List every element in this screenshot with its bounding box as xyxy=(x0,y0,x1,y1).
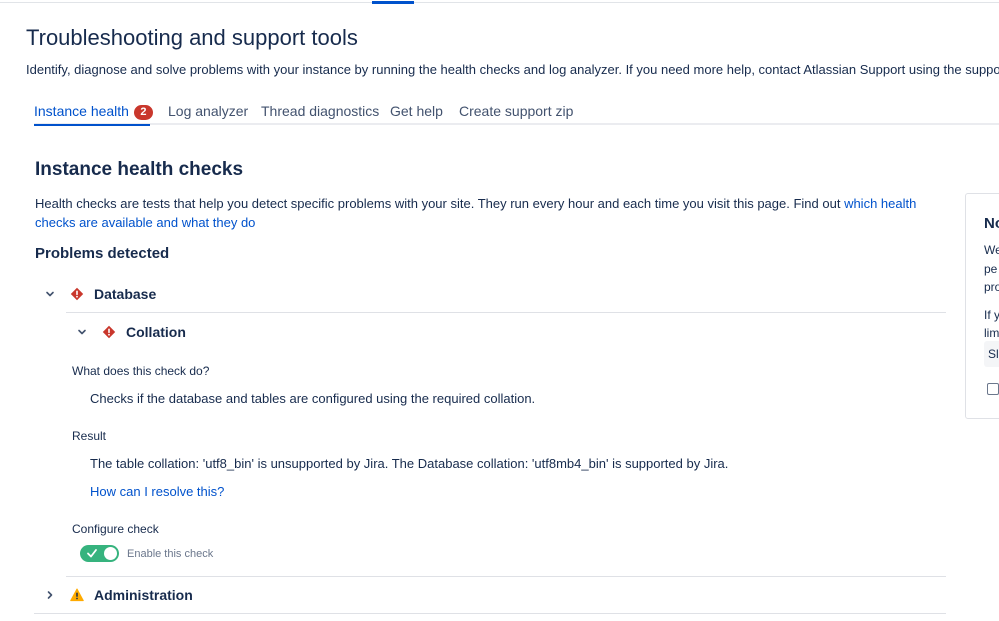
tab-count-badge: 2 xyxy=(133,105,153,120)
section-description: Health checks are tests that help you de… xyxy=(35,194,950,232)
chevron-right-icon[interactable] xyxy=(42,587,58,603)
tab-get-help[interactable]: Get help xyxy=(390,103,443,119)
side-card-text: If y xyxy=(984,308,999,322)
top-active-indicator xyxy=(372,1,414,4)
description-text: Health checks are tests that help you de… xyxy=(35,196,845,211)
toggle-knob xyxy=(104,547,117,560)
side-panel-card: No We pe pro If y lim Sl xyxy=(965,193,999,419)
group-label: Database xyxy=(94,286,157,302)
side-card-title: No xyxy=(984,215,999,232)
tab-log-analyzer[interactable]: Log analyzer xyxy=(168,103,248,119)
side-card-text: pe xyxy=(984,262,998,276)
what-does-check-do-label: What does this check do? xyxy=(72,364,210,378)
check-description: Checks if the database and tables are co… xyxy=(90,391,536,406)
section-title: Instance health checks xyxy=(35,159,244,180)
configure-check-label: Configure check xyxy=(72,522,159,536)
page-title: Troubleshooting and support tools xyxy=(26,25,358,50)
toggle-label: Enable this check xyxy=(127,548,214,560)
error-icon xyxy=(102,325,116,339)
side-card-text: lim xyxy=(984,326,999,340)
check-label: Collation xyxy=(126,324,186,340)
error-icon xyxy=(70,287,84,301)
tab-instance-health[interactable]: Instance health 2 xyxy=(34,103,153,126)
page-description: Identify, diagnose and solve problems wi… xyxy=(26,62,999,77)
enable-check-toggle[interactable] xyxy=(80,545,119,562)
resolve-link[interactable]: How can I resolve this? xyxy=(90,484,224,499)
group-row-database[interactable]: Database xyxy=(42,286,156,302)
side-card-text: We xyxy=(984,243,999,257)
result-text: The table collation: 'utf8_bin' is unsup… xyxy=(90,456,729,471)
side-card-text: pro xyxy=(984,280,999,294)
divider xyxy=(66,576,946,577)
chevron-down-icon[interactable] xyxy=(74,324,90,340)
problems-detected-heading: Problems detected xyxy=(35,245,170,262)
active-tab-underline xyxy=(34,124,150,126)
check-row-collation[interactable]: Collation xyxy=(74,324,186,340)
warning-icon xyxy=(70,588,84,602)
tab-thread-diagnostics[interactable]: Thread diagnostics xyxy=(261,103,379,119)
tab-create-support-zip[interactable]: Create support zip xyxy=(459,103,573,119)
side-card-checkbox[interactable] xyxy=(987,383,999,395)
group-row-administration[interactable]: Administration xyxy=(42,587,193,603)
side-card-input[interactable]: Sl xyxy=(984,341,999,367)
divider xyxy=(34,613,946,614)
result-label: Result xyxy=(72,429,107,443)
tab-bar: Instance health 2 Log analyzer Thread dia… xyxy=(34,100,999,126)
group-label: Administration xyxy=(94,587,193,603)
chevron-down-icon[interactable] xyxy=(42,286,58,302)
tab-label: Instance health xyxy=(34,103,129,119)
divider xyxy=(66,312,946,313)
top-border xyxy=(0,2,999,3)
checkmark-icon xyxy=(86,546,98,560)
